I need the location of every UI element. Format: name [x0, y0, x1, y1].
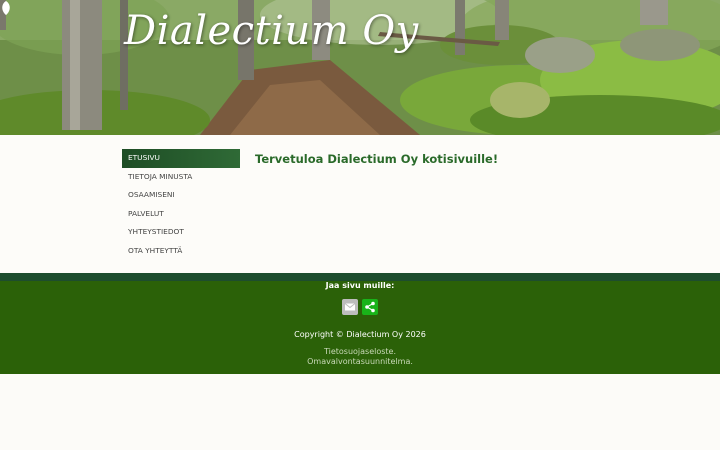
header-banner: Dialectium Oy — [0, 0, 720, 135]
nav-item-osaamiseni[interactable]: OSAAMISENI — [122, 186, 240, 205]
nav-item-ota-yhteytta[interactable]: OTA YHTEYTTÄ — [122, 242, 240, 261]
privacy-policy-link[interactable]: Tietosuojaseloste. — [0, 347, 720, 357]
footer: Jaa sivu muille: Copyright © Dialectium … — [0, 281, 720, 374]
page-title: Tervetuloa Dialectium Oy kotisivuille! — [255, 152, 499, 166]
nav-item-yhteystiedot[interactable]: YHTEYSTIEDOT — [122, 223, 240, 242]
email-icon — [344, 303, 356, 311]
nav-item-palvelut[interactable]: PALVELUT — [122, 205, 240, 224]
sidebar-nav: ETUSIVU TIETOJA MINUSTA OSAAMISENI PALVE… — [122, 149, 240, 260]
copyright-text: Copyright © Dialectium Oy 2026 — [294, 330, 426, 339]
footer-divider — [0, 273, 720, 281]
share-label: Jaa sivu muille: — [325, 281, 395, 290]
nav-item-etusivu[interactable]: ETUSIVU — [122, 149, 240, 168]
share-icon — [365, 301, 375, 313]
leaf-icon — [2, 1, 10, 15]
site-logo[interactable]: Dialectium Oy — [124, 8, 419, 54]
main-content: ETUSIVU TIETOJA MINUSTA OSAAMISENI PALVE… — [0, 135, 720, 273]
share-buttons — [342, 299, 382, 315]
nav-item-tietoja-minusta[interactable]: TIETOJA MINUSTA — [122, 168, 240, 187]
self-monitoring-plan-link[interactable]: Omavalvontasuunnitelma. — [0, 357, 720, 367]
footer-links: Tietosuojaseloste. Omavalvontasuunnitelm… — [0, 347, 720, 366]
share-button[interactable] — [362, 299, 378, 315]
email-share-button[interactable] — [342, 299, 358, 315]
